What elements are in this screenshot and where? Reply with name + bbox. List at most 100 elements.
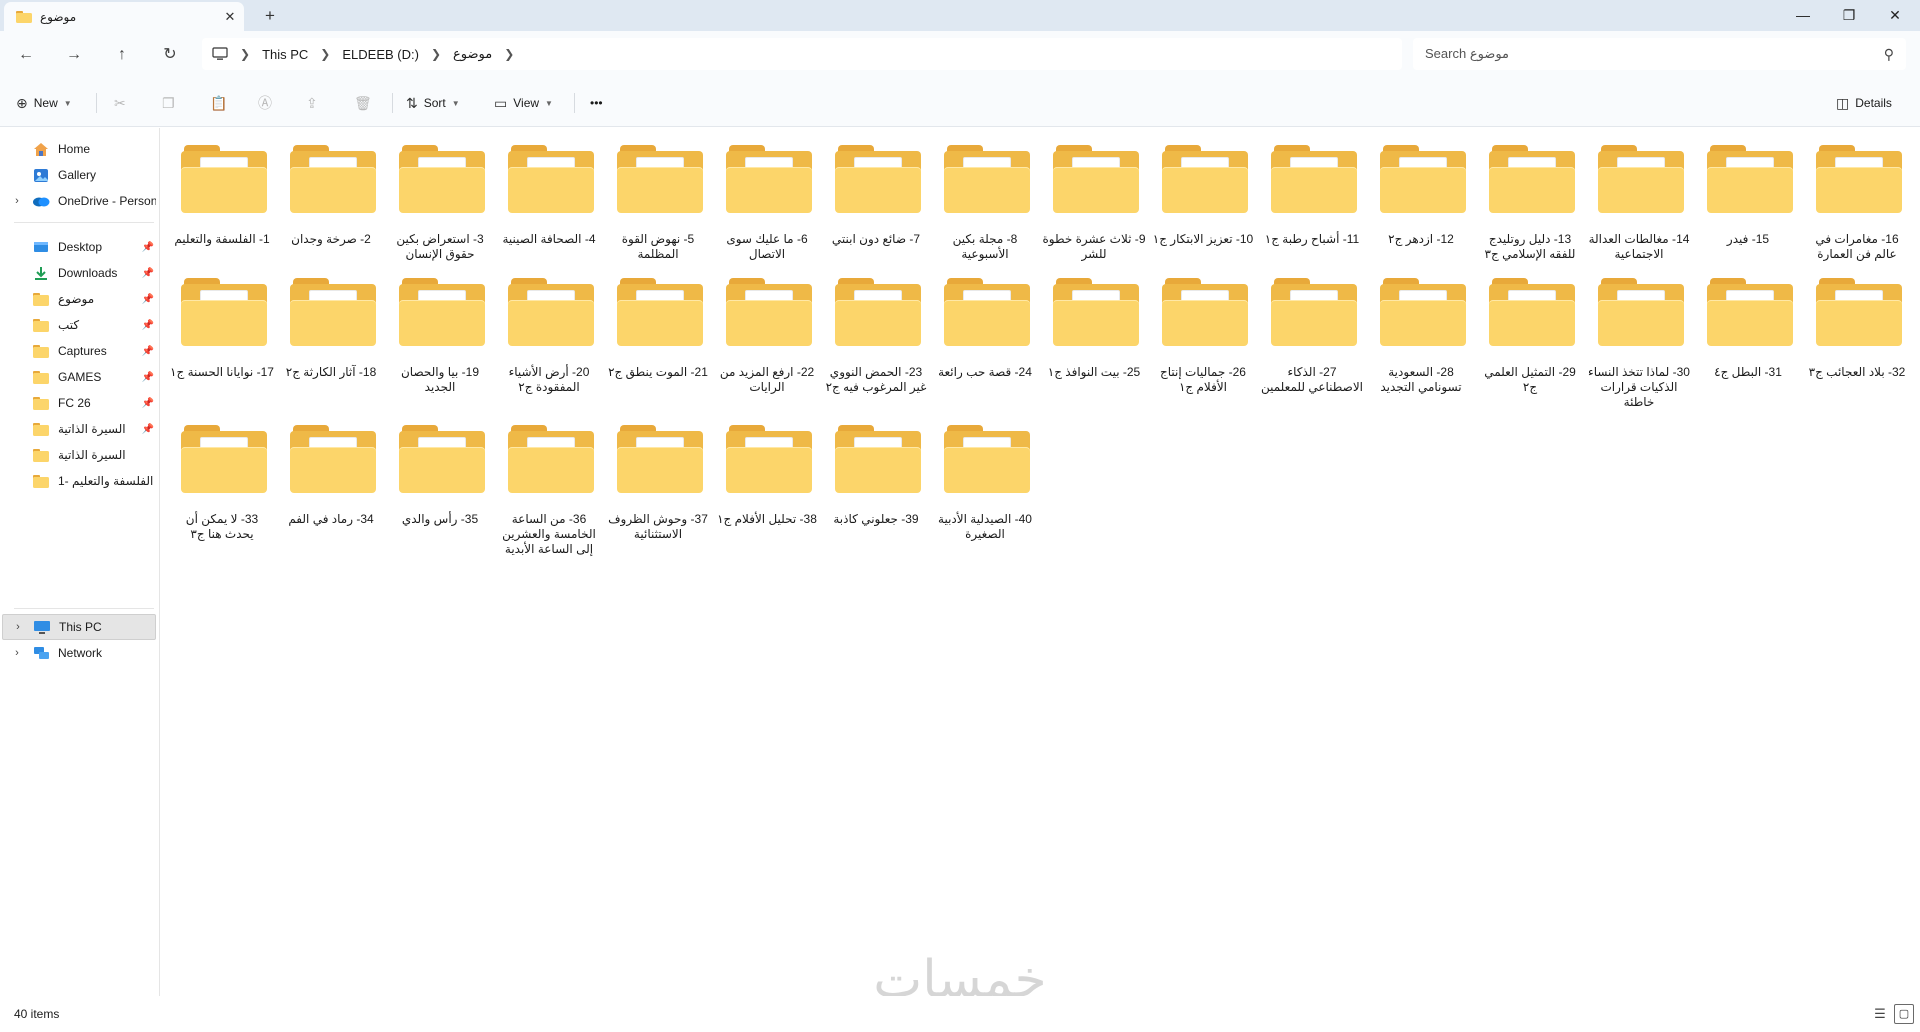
minimize-button[interactable]: — — [1780, 0, 1826, 31]
folder-item[interactable]: 10- تعزيز الابتكار ج١ — [1149, 135, 1253, 265]
sidebar-item-home[interactable]: Home — [2, 136, 156, 162]
breadcrumb-drive[interactable]: ELDEEB (D:) — [336, 47, 425, 62]
sidebar-item-network[interactable]: › Network — [2, 640, 156, 666]
new-button[interactable]: ⊕ New ▼ — [16, 91, 72, 115]
folder-item[interactable]: 20- أرض الأشياء المفقودة ج٢ — [495, 268, 599, 398]
chevron-right-icon[interactable]: › — [2, 195, 32, 207]
folder-item[interactable]: 21- الموت ينطق ج٢ — [604, 268, 708, 398]
cut-button[interactable]: ✂ — [114, 91, 132, 115]
folder-icon — [1053, 278, 1139, 346]
details-view-icon[interactable]: ☰ — [1870, 1004, 1890, 1024]
sidebar-item-desktop[interactable]: Desktop 📌 — [2, 234, 156, 260]
folder-item[interactable]: 6- ما عليك سوى الاتصال — [713, 135, 817, 265]
folder-item[interactable]: 30- لماذا تتخذ النساء الذكيات قرارات خاط… — [1585, 268, 1690, 409]
up-button[interactable]: ↑ — [108, 43, 136, 67]
copy-button[interactable]: ❐ — [162, 91, 181, 115]
folder-item[interactable]: 12- ازدهر ج٢ — [1367, 135, 1471, 265]
folder-item[interactable]: 23- الحمض النووي غير المرغوب فيه ج٢ — [822, 268, 926, 398]
folder-item[interactable]: 27- الذكاء الاصطناعي للمعلمين — [1258, 268, 1363, 398]
sidebar-item-captures[interactable]: Captures 📌 — [2, 338, 156, 364]
more-options-button[interactable]: ••• — [590, 91, 603, 115]
sidebar-item-cv[interactable]: السيرة الذاتية — [2, 442, 156, 468]
maximize-button[interactable]: ❐ — [1826, 0, 1872, 31]
folder-icon — [508, 145, 594, 213]
folder-item[interactable]: 33- لا يمكن أن يحدث هنا ج٣ — [168, 415, 272, 545]
chevron-right-icon[interactable]: › — [2, 647, 32, 659]
folder-icon — [944, 145, 1030, 213]
folder-item[interactable]: 25- بيت النوافذ ج١ — [1040, 268, 1144, 398]
folder-icon — [1816, 278, 1902, 346]
folder-item[interactable]: 9- ثلاث عشرة خطوة للشر — [1040, 135, 1146, 265]
folder-item[interactable]: 8- مجلة بكين الأسبوعية — [931, 135, 1035, 265]
folder-item[interactable]: 34- رماد في الفم — [277, 415, 381, 545]
folder-item[interactable]: 18- آثار الكارثة ج٢ — [277, 268, 381, 398]
folder-item[interactable]: 32- بلاد العجائب ج٣ — [1803, 268, 1907, 398]
folder-item[interactable]: 2- صرخة وجدان — [277, 135, 381, 265]
folder-item[interactable]: 1- الفلسفة والتعليم — [168, 135, 272, 265]
large-icons-view-icon[interactable]: ▢ — [1894, 1004, 1914, 1024]
folder-item[interactable]: 24- قصة حب رائعة — [931, 268, 1035, 398]
new-tab-button[interactable]: + — [258, 5, 282, 27]
sidebar-item-fc26[interactable]: FC 26 📌 — [2, 390, 156, 416]
breadcrumb-folder[interactable]: موضوع — [447, 46, 498, 62]
sidebar-item-games[interactable]: GAMES 📌 — [2, 364, 156, 390]
search-box[interactable]: Search موضوع ⚲ — [1413, 38, 1906, 70]
sidebar-item-gallery[interactable]: Gallery — [2, 162, 156, 188]
folder-item[interactable]: 36- من الساعة الخامسة والعشرين إلى الساع… — [495, 415, 599, 556]
folder-item[interactable]: 16- مغامرات في عالم فن العمارة — [1803, 135, 1907, 265]
folder-item[interactable]: 7- ضائع دون ابنتي — [822, 135, 926, 265]
sidebar-item-cv-pinned[interactable]: السيرة الذاتية 📌 — [2, 416, 156, 442]
forward-button[interactable]: → — [60, 43, 88, 67]
pin-icon: 📌 — [141, 241, 155, 253]
folder-item[interactable]: 37- وحوش الظروف الاستثنائية — [604, 415, 708, 545]
close-window-button[interactable]: ✕ — [1872, 0, 1918, 31]
folder-item[interactable]: 26- جماليات إنتاج الأفلام ج١ — [1149, 268, 1253, 398]
folder-item[interactable]: 11- أشباح رطبة ج١ — [1258, 135, 1362, 265]
folder-item[interactable]: 3- استعراض بكين حقوق الإنسان — [386, 135, 490, 265]
folder-item[interactable]: 4- الصحافة الصينية — [495, 135, 599, 265]
rename-button[interactable]: Ⓐ — [258, 91, 278, 115]
sidebar-item-this-pc[interactable]: › This PC — [2, 614, 156, 640]
folder-item[interactable]: 39- جعلوني كاذبة — [822, 415, 926, 545]
folder-item[interactable]: 29- التمثيل العلمي ج٢ — [1476, 268, 1580, 398]
refresh-button[interactable]: ↻ — [156, 43, 184, 67]
folder-item[interactable]: 5- نهوض القوة المظلمة — [604, 135, 708, 265]
details-label: Details — [1855, 96, 1892, 110]
tab-current[interactable]: موضوع ✕ — [4, 2, 244, 31]
folder-item[interactable]: 13- دليل روتليدج للفقه الإسلامي ج٣ — [1476, 135, 1580, 265]
details-button[interactable]: ◫ Details — [1836, 91, 1892, 115]
back-button[interactable]: ← — [12, 43, 40, 67]
share-button[interactable]: ⇪ — [306, 91, 324, 115]
view-button[interactable]: ▭ View ▼ — [494, 91, 553, 115]
folder-item[interactable]: 38- تحليل الأفلام ج١ — [713, 415, 817, 545]
folder-item[interactable]: 15- فيدر — [1694, 135, 1798, 265]
folder-item[interactable]: 31- البطل ج٤ — [1694, 268, 1798, 398]
search-input[interactable]: Search موضوع — [1425, 46, 1884, 62]
breadcrumb-this-pc[interactable]: This PC — [256, 47, 314, 62]
chevron-down-icon: ▼ — [545, 98, 553, 108]
folder-item[interactable]: 14- مغالطات العدالة الاجتماعية — [1585, 135, 1689, 265]
plus-circle-icon: ⊕ — [16, 94, 28, 111]
sidebar-item-philosophy[interactable]: 1- الفلسفة والتعليم — [2, 468, 156, 494]
paste-button[interactable]: 📋 — [210, 91, 233, 115]
chevron-right-icon[interactable]: › — [3, 621, 33, 633]
close-tab-icon[interactable]: ✕ — [216, 9, 244, 25]
title-bar: موضوع ✕ + — ❐ ✕ — [0, 0, 1920, 31]
item-count: 40 items — [14, 1007, 60, 1021]
sidebar-item-mawdoo[interactable]: موضوع 📌 — [2, 286, 156, 312]
folder-item[interactable]: 17- نوايانا الحسنة ج١ — [168, 268, 274, 398]
sidebar-item-onedrive[interactable]: › OneDrive - Persona — [2, 188, 156, 214]
sidebar-item-kutub[interactable]: كتب 📌 — [2, 312, 156, 338]
sidebar-item-downloads[interactable]: Downloads 📌 — [2, 260, 156, 286]
delete-button[interactable]: 🗑 — [354, 91, 378, 115]
sort-button[interactable]: ⇅ Sort ▼ — [406, 91, 460, 115]
folder-item[interactable]: 28- السعودية تسونامي التجديد — [1367, 268, 1471, 398]
new-label: New — [33, 96, 58, 110]
onedrive-icon — [32, 193, 50, 209]
folder-icon — [508, 425, 594, 493]
folder-item[interactable]: 19- بيا والحصان الجديد — [386, 268, 490, 398]
breadcrumb[interactable]: ❯ This PC ❯ ELDEEB (D:) ❯ موضوع ❯ — [202, 38, 1402, 70]
folder-item[interactable]: 35- رأس والدي — [386, 415, 490, 545]
folder-item[interactable]: 22- ارفع المزيد من الرايات — [713, 268, 817, 398]
folder-item[interactable]: 40- الصيدلية الأدبية الصغيرة — [931, 415, 1035, 545]
